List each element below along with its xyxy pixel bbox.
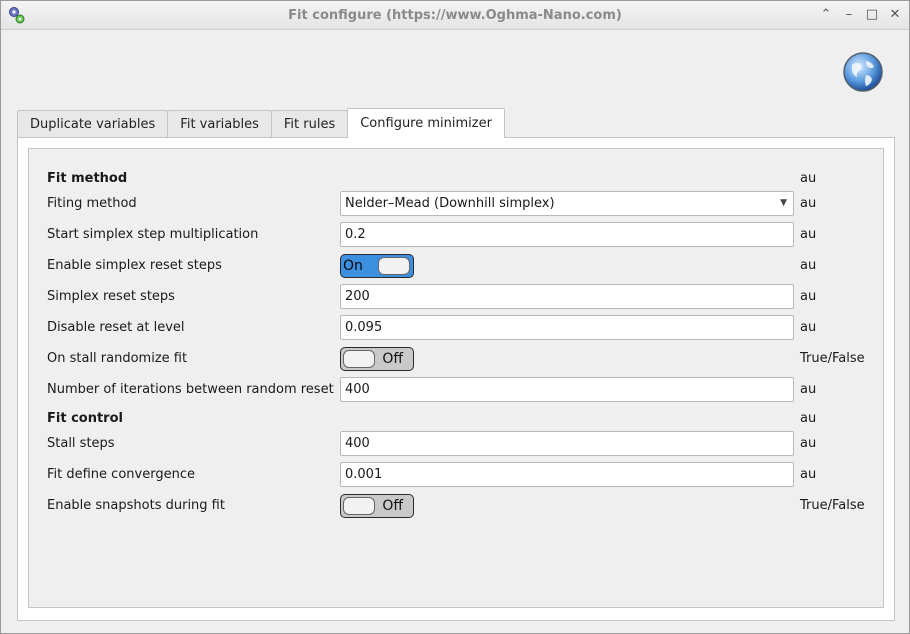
toggle-knob (378, 257, 410, 275)
field-label: On stall randomize fit (47, 351, 188, 366)
tab-duplicate-variables[interactable]: Duplicate variables (17, 110, 169, 138)
collapse-icon[interactable]: ⌃ (818, 7, 834, 23)
maximize-icon[interactable]: □ (864, 7, 880, 23)
field-label: Start simplex step multiplication (47, 227, 259, 242)
globe-icon[interactable] (842, 51, 884, 93)
enable-snapshots-toggle[interactable]: Off (340, 494, 414, 518)
close-icon[interactable]: ✕ (887, 7, 903, 23)
unit-label: au (800, 467, 817, 482)
unit-label: au (800, 196, 817, 211)
row-stall-steps: Stall steps 400 au (29, 431, 885, 457)
section-header: Fit method (47, 171, 128, 186)
unit-label: au (800, 411, 817, 426)
toggle-state-text: On (343, 258, 363, 274)
fit-convergence-input[interactable]: 0.001 (340, 462, 794, 487)
field-label: Fit define convergence (47, 467, 195, 482)
field-label: Number of iterations between random rese… (47, 382, 334, 397)
fitting-method-select[interactable]: Nelder–Mead (Downhill simplex) ▼ (340, 191, 794, 216)
tab-bar: Duplicate variables Fit variables Fit ru… (17, 108, 505, 138)
iterations-random-reset-input[interactable]: 400 (340, 377, 794, 402)
field-label: Stall steps (47, 436, 115, 451)
window-client-area: Duplicate variables Fit variables Fit ru… (6, 31, 904, 629)
unit-label: au (800, 436, 817, 451)
unit-label: au (800, 382, 817, 397)
row-fit-convergence: Fit define convergence 0.001 au (29, 462, 885, 488)
toggle-knob (343, 497, 375, 515)
section-fit-method: Fit method au (29, 166, 885, 192)
unit-label: True/False (800, 351, 865, 366)
field-label: Disable reset at level (47, 320, 185, 335)
unit-label: True/False (800, 498, 865, 513)
start-simplex-step-input[interactable]: 0.2 (340, 222, 794, 247)
row-fitting-method: Fiting method Nelder–Mead (Downhill simp… (29, 191, 885, 217)
row-enable-snapshots: Enable snapshots during fit Off True/Fal… (29, 493, 885, 519)
tab-fit-variables[interactable]: Fit variables (167, 110, 272, 138)
disable-reset-level-input[interactable]: 0.095 (340, 315, 794, 340)
toggle-state-text: Off (382, 498, 403, 514)
stall-steps-input[interactable]: 400 (340, 431, 794, 456)
fit-configure-window: Fit configure (https://www.Oghma-Nano.co… (0, 0, 910, 634)
field-label: Fiting method (47, 196, 137, 211)
row-start-simplex-step: Start simplex step multiplication 0.2 au (29, 222, 885, 248)
row-stall-randomize: On stall randomize fit Off True/False (29, 346, 885, 372)
unit-label: au (800, 171, 817, 186)
toggle-state-text: Off (382, 351, 403, 367)
row-enable-simplex-reset: Enable simplex reset steps On au (29, 253, 885, 279)
row-iterations-random-reset: Number of iterations between random rese… (29, 377, 885, 403)
select-value: Nelder–Mead (Downhill simplex) (345, 196, 555, 211)
stall-randomize-toggle[interactable]: Off (340, 347, 414, 371)
configure-minimizer-pane: Fit method au Fiting method Nelder–Mead … (17, 137, 895, 621)
simplex-reset-steps-input[interactable]: 200 (340, 284, 794, 309)
tab-configure-minimizer[interactable]: Configure minimizer (347, 108, 505, 138)
unit-label: au (800, 227, 817, 242)
section-header: Fit control (47, 411, 123, 426)
enable-simplex-reset-toggle[interactable]: On (340, 254, 414, 278)
field-label: Simplex reset steps (47, 289, 175, 304)
row-disable-reset-level: Disable reset at level 0.095 au (29, 315, 885, 341)
tab-fit-rules[interactable]: Fit rules (270, 110, 349, 138)
toggle-knob (343, 350, 375, 368)
row-simplex-reset-steps: Simplex reset steps 200 au (29, 284, 885, 310)
window-title: Fit configure (https://www.Oghma-Nano.co… (288, 8, 622, 23)
title-bar[interactable]: Fit configure (https://www.Oghma-Nano.co… (1, 1, 909, 30)
field-label: Enable snapshots during fit (47, 498, 225, 513)
minimizer-settings-panel: Fit method au Fiting method Nelder–Mead … (28, 148, 884, 608)
field-label: Enable simplex reset steps (47, 258, 222, 273)
section-fit-control: Fit control au (29, 406, 885, 432)
chevron-down-icon: ▼ (780, 198, 787, 208)
unit-label: au (800, 320, 817, 335)
unit-label: au (800, 258, 817, 273)
minimize-icon[interactable]: – (841, 7, 857, 23)
unit-label: au (800, 289, 817, 304)
